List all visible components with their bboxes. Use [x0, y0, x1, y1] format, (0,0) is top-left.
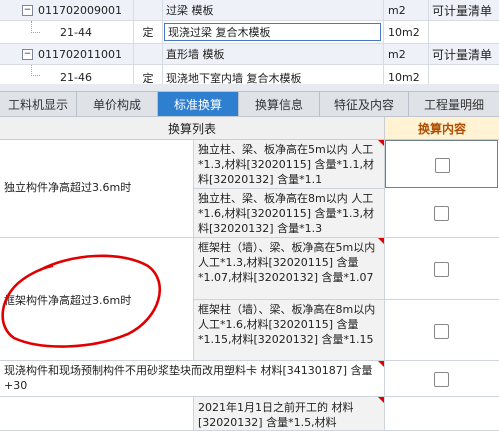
row-unit: 10m2 [388, 71, 420, 84]
apply-checkbox[interactable] [434, 324, 449, 339]
item-text: 框架柱（墙）、梁、板净高在8m以内 人工*1.6,材料[32020115] 含量… [198, 303, 376, 346]
row-type: 定 [142, 26, 154, 39]
row-unit: m2 [388, 3, 406, 17]
quota-grid: − 011702009001 过梁 模板 m2 可计量清单 21-44 定 现浇… [0, 0, 499, 84]
row-rule: 可计量清单 [432, 47, 493, 62]
row-code: 21-44 [60, 25, 92, 39]
item-text: 现浇构件和现场预制构件不用砂浆垫块而改用塑料卡 材料[34130187] 含量+… [4, 364, 373, 392]
list-item[interactable]: 框架柱（墙）、梁、板净高在5m以内 人工*1.3,材料[32020115] 含量… [194, 238, 385, 300]
content-cell-selected[interactable] [385, 140, 498, 188]
collapse-icon[interactable]: − [22, 48, 33, 60]
row-name: 直形墙 模板 [166, 48, 225, 61]
row-name: 现浇地下室内墙 复合木模板 [166, 71, 302, 85]
apply-checkbox[interactable] [434, 262, 449, 277]
collapse-icon[interactable]: − [22, 4, 33, 16]
row-unit: m2 [388, 47, 406, 61]
tab-standard-conversion[interactable]: 标准换算 [158, 92, 239, 116]
tab-quantity-detail[interactable]: 工程量明细 [409, 92, 499, 116]
list-item[interactable]: 独立柱、梁、板净高在5m以内 人工*1.3,材料[32020115] 含量*1.… [194, 140, 385, 189]
group-label: 独立构件净高超过3.6m时 [4, 181, 132, 194]
apply-checkbox[interactable] [435, 158, 450, 173]
list-item[interactable]: 独立柱、梁、板净高在8m以内 人工*1.6,材料[32020115] 含量*1.… [194, 189, 385, 238]
item-text: 独立柱、梁、板净高在5m以内 人工*1.3,材料[32020115] 含量*1.… [198, 143, 375, 186]
row-rule: 可计量清单 [432, 3, 493, 18]
content-cell[interactable] [385, 238, 499, 300]
header-conversion-content: 换算内容 [385, 117, 499, 140]
row-type: 定 [142, 71, 154, 85]
tab-features[interactable]: 特征及内容 [320, 92, 409, 116]
grid-row-quota[interactable]: 21-46 定 现浇地下室内墙 复合木模板 10m2 [0, 65, 499, 84]
grid-row-quota-selected[interactable]: 21-44 定 现浇过梁 复合木模板 10m2 [0, 21, 499, 44]
tab-conversion-info[interactable]: 换算信息 [239, 92, 320, 116]
item-text: 独立柱、梁、板净高在8m以内 人工*1.6,材料[32020115] 含量*1.… [198, 192, 375, 235]
quota-name-input[interactable]: 现浇过梁 复合木模板 [164, 23, 381, 41]
row-unit: 10m2 [388, 25, 420, 39]
splitter[interactable] [0, 84, 499, 91]
header-conversion-list: 换算列表 [0, 117, 385, 140]
row-code: 011702011001 [38, 47, 122, 61]
group-cell [0, 397, 194, 431]
item-text: 框架柱（墙）、梁、板净高在5m以内 人工*1.3,材料[32020115] 含量… [198, 241, 376, 284]
row-code: 21-46 [60, 71, 92, 84]
list-item[interactable]: 现浇构件和现场预制构件不用砂浆垫块而改用塑料卡 材料[34130187] 含量+… [0, 361, 385, 397]
grid-row-bill[interactable]: − 011702011001 直形墙 模板 m2 可计量清单 [0, 44, 499, 65]
content-cell[interactable] [385, 397, 499, 431]
apply-checkbox[interactable] [434, 372, 449, 387]
item-text: 2021年1月1日之前开工的 材料[32020132] 含量*1.5,材料 [198, 401, 354, 429]
list-item[interactable]: 框架柱（墙）、梁、板净高在8m以内 人工*1.6,材料[32020115] 含量… [194, 300, 385, 361]
tab-unit-price[interactable]: 单价构成 [77, 92, 158, 116]
content-cell[interactable] [385, 300, 499, 361]
tab-labor-material[interactable]: 工料机显示 [0, 92, 77, 116]
red-circle-annotation [1, 254, 162, 348]
grid-row-bill[interactable]: − 011702009001 过梁 模板 m2 可计量清单 [0, 0, 499, 21]
row-code: 011702009001 [38, 3, 122, 17]
list-item[interactable]: 2021年1月1日之前开工的 材料[32020132] 含量*1.5,材料 [194, 397, 385, 431]
row-name: 过梁 模板 [166, 4, 214, 17]
content-cell[interactable] [385, 361, 499, 397]
group-cell: 独立构件净高超过3.6m时 [0, 140, 194, 238]
content-cell[interactable] [385, 189, 499, 238]
apply-checkbox[interactable] [434, 206, 449, 221]
tab-bar: 工料机显示 单价构成 标准换算 换算信息 特征及内容 工程量明细 [0, 91, 499, 117]
